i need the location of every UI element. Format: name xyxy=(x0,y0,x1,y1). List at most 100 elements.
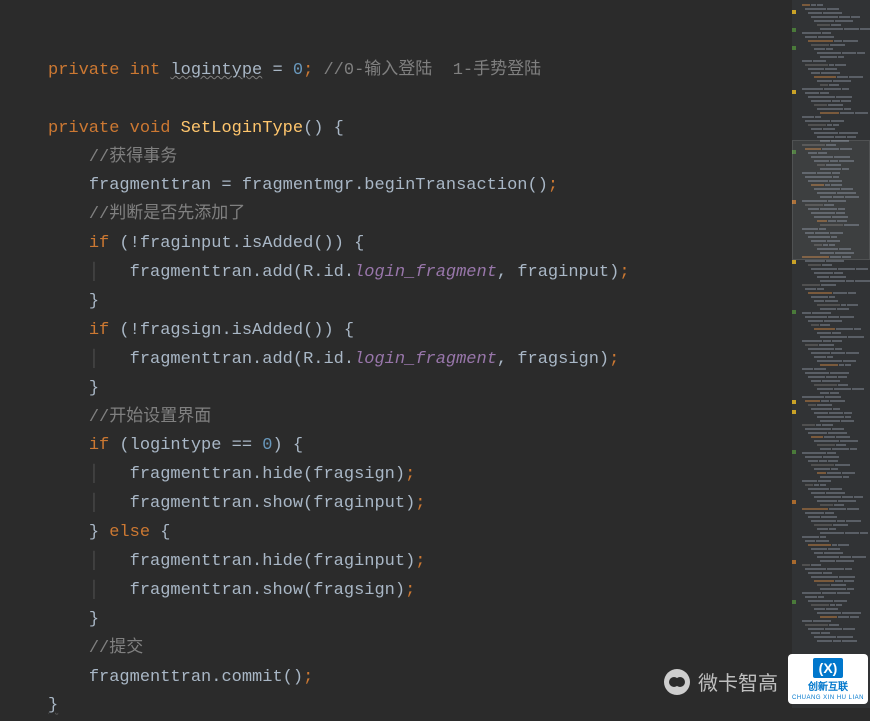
identifier: R xyxy=(303,263,313,282)
identifier: fragmenttran xyxy=(130,263,252,282)
method-call: commit() xyxy=(221,668,303,687)
wechat-icon xyxy=(664,669,690,695)
arg: fraginput) xyxy=(517,263,619,282)
brace-close: } xyxy=(48,696,58,715)
open: { xyxy=(150,523,170,542)
corner-logo-badge: (X) xyxy=(813,658,844,678)
brace-close: } xyxy=(89,292,99,311)
dot: . xyxy=(252,263,262,282)
parens: () xyxy=(303,119,323,138)
identifier: fragmenttran xyxy=(130,465,252,484)
identifier: fragmenttran xyxy=(89,668,211,687)
brace-close: } xyxy=(89,610,99,629)
method-name: SetLoginType xyxy=(181,119,303,138)
method-call: show(fraginput) xyxy=(262,494,415,513)
close: ) { xyxy=(323,321,354,340)
dot: . xyxy=(252,494,262,513)
resource-id: login_fragment xyxy=(354,263,497,282)
eq: = xyxy=(262,61,293,80)
semicolon: ; xyxy=(619,263,629,282)
code-editor[interactable]: private int logintype = 0; //0-输入登陆 1-手势… xyxy=(0,0,870,721)
arg: fragsign) xyxy=(517,350,609,369)
number-literal: 0 xyxy=(293,61,303,80)
identifier: fragmenttran xyxy=(130,581,252,600)
wechat-watermark: 微卡智高 xyxy=(664,667,778,696)
indent-guide: │ xyxy=(89,263,130,282)
semicolon: ; xyxy=(415,552,425,571)
semicolon: ; xyxy=(405,581,415,600)
identifier: fragsign xyxy=(140,321,222,340)
semicolon: ; xyxy=(548,176,558,195)
number-literal: 0 xyxy=(262,436,272,455)
dot: . xyxy=(252,350,262,369)
identifier: id xyxy=(323,350,343,369)
indent-guide: │ xyxy=(89,350,130,369)
keyword-private: private xyxy=(48,61,119,80)
keyword-if: if xyxy=(89,234,109,253)
resource-id: login_fragment xyxy=(354,350,497,369)
line-comment: //获得事务 xyxy=(89,148,177,167)
keyword-private: private xyxy=(48,119,119,138)
keyword-if: if xyxy=(89,321,109,340)
method-call: isAdded() xyxy=(232,321,324,340)
open: ( xyxy=(109,234,129,253)
semicolon: ; xyxy=(303,668,313,687)
neg: ! xyxy=(130,321,140,340)
dot: . xyxy=(221,321,231,340)
indent-guide: │ xyxy=(89,494,130,513)
semicolon: ; xyxy=(609,350,619,369)
close: ) { xyxy=(272,436,303,455)
dot: . xyxy=(354,176,364,195)
dot: . xyxy=(313,263,323,282)
method-call: beginTransaction() xyxy=(364,176,548,195)
keyword-else: else xyxy=(109,523,150,542)
corner-logo-sub: CHUANG XIN HU LIAN xyxy=(792,695,864,701)
identifier: fragmenttran xyxy=(130,350,252,369)
open: (logintype == xyxy=(109,436,262,455)
dot: . xyxy=(232,234,242,253)
open: ( xyxy=(109,321,129,340)
semicolon: ; xyxy=(415,494,425,513)
dot: . xyxy=(344,263,354,282)
identifier: fragmenttran = fragmentmgr xyxy=(89,176,354,195)
dot: . xyxy=(252,465,262,484)
minimap[interactable] xyxy=(792,0,870,708)
variable-logintype: logintype xyxy=(170,61,262,80)
neg: ! xyxy=(130,234,140,253)
method-call: hide(fraginput) xyxy=(262,552,415,571)
identifier: id xyxy=(323,263,343,282)
minimap-gutter xyxy=(792,0,796,708)
indent-guide: │ xyxy=(89,581,130,600)
semicolon: ; xyxy=(303,61,313,80)
identifier: fraginput xyxy=(140,234,232,253)
dot: . xyxy=(252,552,262,571)
dot: . xyxy=(344,350,354,369)
close: ) { xyxy=(334,234,365,253)
brace-close: } xyxy=(89,379,99,398)
line-comment: //判断是否先添加了 xyxy=(89,205,245,224)
line-comment: //提交 xyxy=(89,639,143,658)
dot: . xyxy=(211,668,221,687)
identifier: fragmenttran xyxy=(130,494,252,513)
method-call: hide(fragsign) xyxy=(262,465,405,484)
corner-logo-main: 创新互联 xyxy=(808,678,848,693)
dot: . xyxy=(252,581,262,600)
line-comment: //开始设置界面 xyxy=(89,408,211,427)
keyword-int: int xyxy=(130,61,161,80)
semicolon: ; xyxy=(405,465,415,484)
indent-guide: │ xyxy=(89,552,130,571)
method-call: add( xyxy=(262,263,303,282)
identifier: fragmenttran xyxy=(130,552,252,571)
corner-logo: (X) 创新互联 CHUANG XIN HU LIAN xyxy=(788,654,868,704)
indent-guide: │ xyxy=(89,465,130,484)
comma: , xyxy=(497,263,517,282)
method-call: isAdded() xyxy=(242,234,334,253)
comma: , xyxy=(497,350,517,369)
line-comment: //0-输入登陆 1-手势登陆 xyxy=(313,61,541,80)
method-call: show(fragsign) xyxy=(262,581,405,600)
method-call: add( xyxy=(262,350,303,369)
keyword-void: void xyxy=(130,119,171,138)
brace: } xyxy=(89,523,109,542)
keyword-if: if xyxy=(89,436,109,455)
minimap-viewport[interactable] xyxy=(792,140,870,260)
